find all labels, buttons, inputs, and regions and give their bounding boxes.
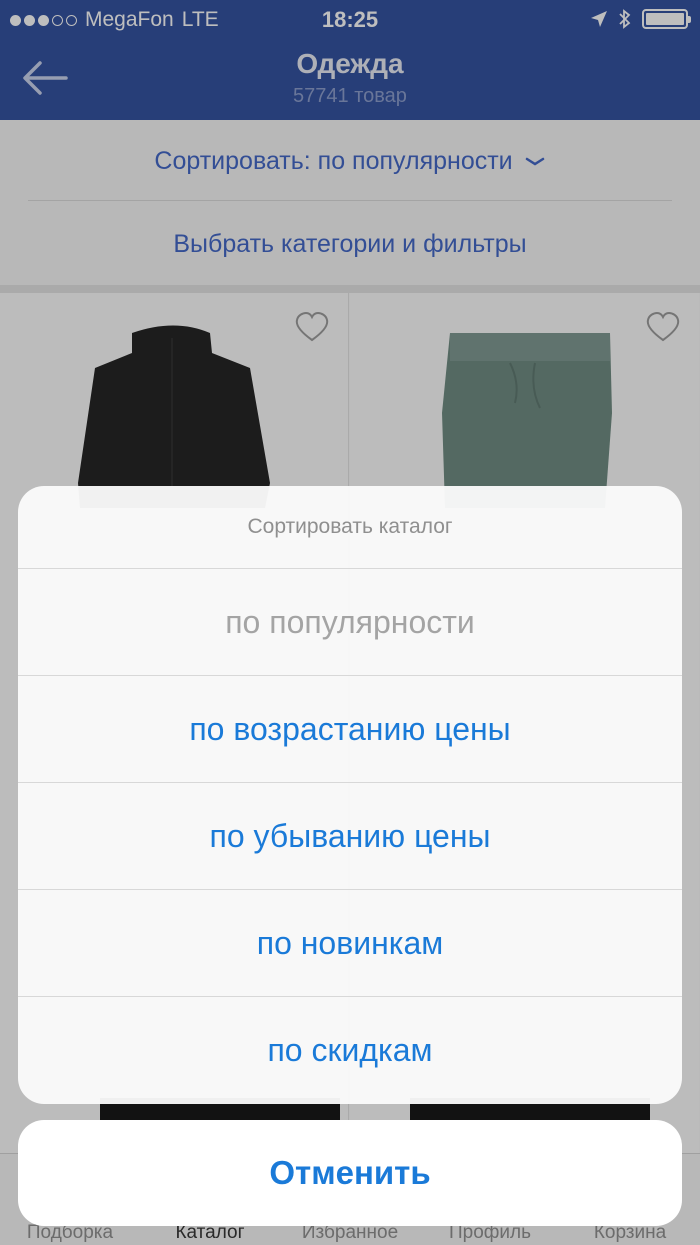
sort-option-popularity[interactable]: по популярности [18, 568, 682, 675]
sort-option-discounts[interactable]: по скидкам [18, 996, 682, 1103]
sort-option-newest[interactable]: по новинкам [18, 889, 682, 996]
sort-option-price-descending[interactable]: по убыванию цены [18, 782, 682, 889]
cancel-button[interactable]: Отменить [18, 1120, 682, 1226]
action-sheet-title: Сортировать каталог [247, 515, 453, 538]
sort-action-sheet: Сортировать каталог по популярности по в… [18, 486, 682, 1104]
sort-option-price-ascending[interactable]: по возрастанию цены [18, 675, 682, 782]
